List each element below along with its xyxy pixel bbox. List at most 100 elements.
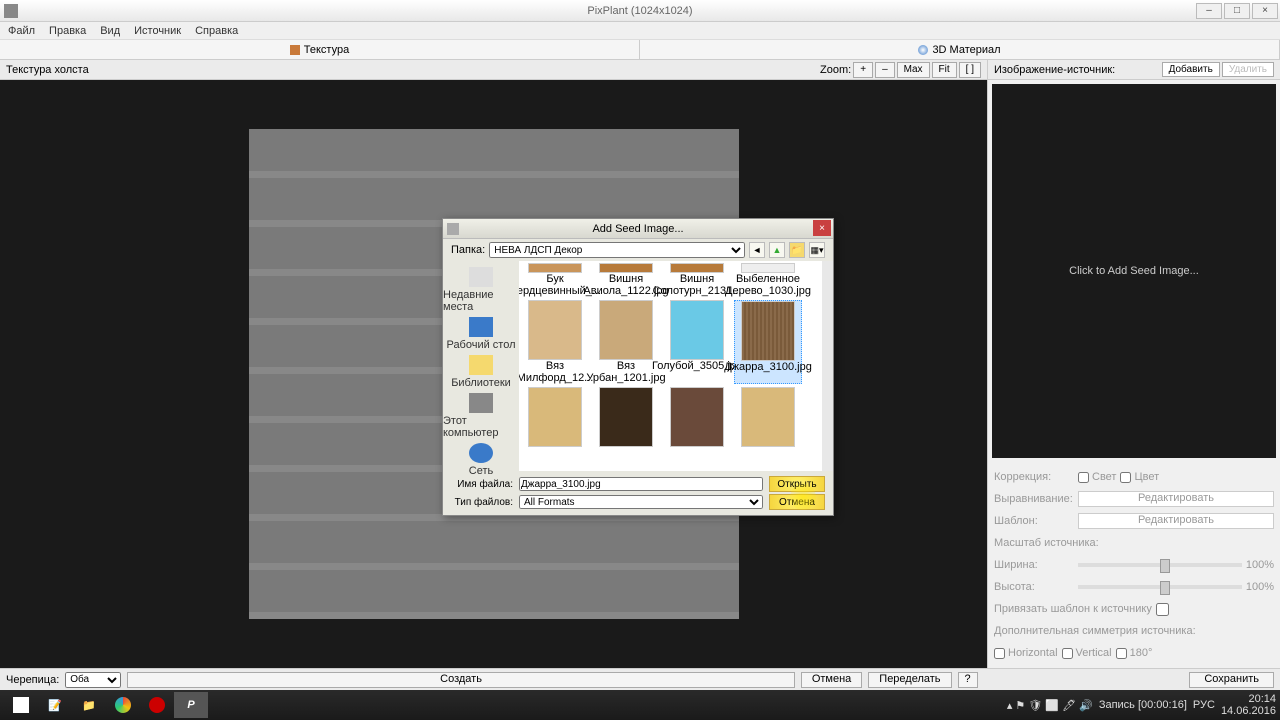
width-label: Ширина: [994, 559, 1074, 571]
save-button[interactable]: Сохранить [1189, 672, 1274, 688]
close-button[interactable]: × [1252, 3, 1278, 19]
height-label: Высота: [994, 581, 1074, 593]
clock-time[interactable]: 20:14 [1221, 693, 1276, 705]
material-icon [918, 45, 928, 55]
record-status: Запись [00:00:16] [1099, 699, 1187, 711]
menu-help[interactable]: Справка [191, 25, 242, 37]
file-item[interactable]: Вишня Авиола_1122.jpg [592, 263, 660, 297]
sidebar-libraries[interactable]: Библиотеки [451, 355, 511, 389]
file-item[interactable] [663, 387, 731, 447]
align-edit-button[interactable]: Редактировать [1078, 491, 1274, 507]
sidebar-desktop[interactable]: Рабочий стол [446, 317, 515, 351]
scale-label: Масштаб источника: [994, 537, 1099, 549]
vertical-checkbox[interactable] [1062, 648, 1073, 659]
zoom-max-button[interactable]: Max [897, 62, 930, 78]
tile-select[interactable]: Оба [65, 672, 121, 688]
file-item-selected[interactable]: Джарра_3100.jpg [734, 300, 802, 384]
maximize-button[interactable]: □ [1224, 3, 1250, 19]
zoom-in-button[interactable]: + [853, 62, 873, 78]
tab-texture-label: Текстура [304, 44, 349, 56]
open-button[interactable]: Открыть [769, 476, 825, 492]
file-dialog: Add Seed Image... × Папка: НЕВА ЛДСП Дек… [442, 218, 834, 516]
filetype-label: Тип файлов: [451, 497, 513, 508]
view-icon[interactable]: ▦▾ [809, 242, 825, 258]
bottom-bar: Черепица: Оба Создать Отмена Переделать … [0, 668, 1280, 690]
align-label: Выравнивание: [994, 493, 1074, 505]
start-button[interactable] [4, 692, 38, 718]
tile-label: Черепица: [6, 674, 59, 686]
file-item[interactable]: Голубой_3505.jpg [663, 300, 731, 384]
dialog-close-button[interactable]: × [813, 220, 831, 236]
d180-checkbox[interactable] [1116, 648, 1127, 659]
lang-indicator[interactable]: РУС [1193, 699, 1215, 711]
file-list[interactable]: Бук Сердцевинный_... Вишня Авиола_1122.j… [519, 261, 833, 471]
zoom-one-button[interactable]: [ ] [959, 62, 981, 78]
add-source-button[interactable]: Добавить [1162, 62, 1220, 77]
seed-dropzone[interactable]: Click to Add Seed Image... [992, 84, 1276, 458]
light-checkbox[interactable] [1078, 472, 1089, 483]
tab-material[interactable]: 3D Материал [640, 40, 1280, 59]
sidebar-network[interactable]: Сеть [469, 443, 493, 477]
taskbar-tray-icons[interactable]: ▴ ⚑ 🛡 ⬜ 🖊 🔊 [1007, 699, 1093, 712]
tab-texture[interactable]: Текстура [0, 40, 640, 59]
clock-date: 14.06.2016 [1221, 705, 1276, 717]
folder-select[interactable]: НЕВА ЛДСП Декор [489, 242, 745, 258]
taskbar: 📝 📁 P ▴ ⚑ 🛡 ⬜ 🖊 🔊 Запись [00:00:16] РУС … [0, 690, 1280, 720]
bind-template-checkbox[interactable] [1156, 603, 1169, 616]
up-icon[interactable]: ▲ [769, 242, 785, 258]
menu-file[interactable]: Файл [4, 25, 39, 37]
sidebar-computer[interactable]: Этот компьютер [443, 393, 519, 439]
file-item[interactable]: Вишня Солотурн_2131... [663, 263, 731, 297]
tab-material-label: 3D Материал [932, 44, 1000, 56]
zoom-out-button[interactable]: – [875, 62, 895, 78]
canvas-toolbar: Текстура холста Zoom: + – Max Fit [ ] [0, 60, 987, 80]
canvas-label: Текстура холста [6, 64, 89, 76]
dialog-title: Add Seed Image... [592, 223, 683, 235]
sidebar-recent[interactable]: Недавние места [443, 267, 519, 313]
newfolder-icon[interactable]: 📁 [789, 242, 805, 258]
texture-icon [290, 45, 300, 55]
filename-input[interactable] [519, 477, 763, 491]
correction-label: Коррекция: [994, 471, 1074, 483]
width-slider[interactable] [1078, 563, 1242, 567]
file-item[interactable]: Бук Сердцевинный_... [521, 263, 589, 297]
dialog-icon [447, 223, 459, 235]
template-edit-button[interactable]: Редактировать [1078, 513, 1274, 529]
file-item[interactable] [734, 387, 802, 447]
horizontal-checkbox[interactable] [994, 648, 1005, 659]
taskbar-notepad[interactable]: 📝 [38, 692, 72, 718]
height-value: 100% [1246, 581, 1274, 593]
menubar: Файл Правка Вид Источник Справка [0, 22, 1280, 40]
file-item[interactable]: Вяз Милфорд_12... [521, 300, 589, 384]
taskbar-explorer[interactable]: 📁 [72, 692, 106, 718]
taskbar-chrome[interactable] [106, 692, 140, 718]
file-item[interactable] [592, 387, 660, 447]
file-item[interactable]: Вяз Урбан_1201.jpg [592, 300, 660, 384]
color-checkbox[interactable] [1120, 472, 1131, 483]
filetype-select[interactable]: All Formats [519, 495, 763, 509]
file-item[interactable] [521, 387, 589, 447]
tab-bar: Текстура 3D Материал [0, 40, 1280, 60]
taskbar-record[interactable] [140, 692, 174, 718]
window-title: PixPlant (1024x1024) [587, 5, 692, 17]
delete-source-button[interactable]: Удалить [1222, 62, 1274, 77]
file-item[interactable]: Выбеленное Дерево_1030.jpg [734, 263, 802, 297]
minimize-button[interactable]: – [1196, 3, 1222, 19]
redo-button[interactable]: Переделать [868, 672, 951, 688]
height-slider[interactable] [1078, 585, 1242, 589]
menu-source[interactable]: Источник [130, 25, 185, 37]
taskbar-pixplant[interactable]: P [174, 692, 208, 718]
seed-prompt: Click to Add Seed Image... [1069, 265, 1199, 277]
dialog-cancel-button[interactable]: Отмена [769, 494, 825, 510]
menu-edit[interactable]: Правка [45, 25, 90, 37]
zoom-fit-button[interactable]: Fit [932, 62, 957, 78]
menu-view[interactable]: Вид [96, 25, 124, 37]
dialog-sidebar: Недавние места Рабочий стол Библиотеки Э… [443, 261, 519, 471]
zoom-label: Zoom: [820, 64, 851, 76]
create-button[interactable]: Создать [127, 672, 795, 688]
symmetry-label: Дополнительная симметрия источника: [994, 625, 1196, 637]
cancel-button[interactable]: Отмена [801, 672, 862, 688]
back-icon[interactable]: ◄ [749, 242, 765, 258]
file-scrollbar[interactable] [822, 261, 833, 471]
help-button[interactable]: ? [958, 672, 978, 688]
